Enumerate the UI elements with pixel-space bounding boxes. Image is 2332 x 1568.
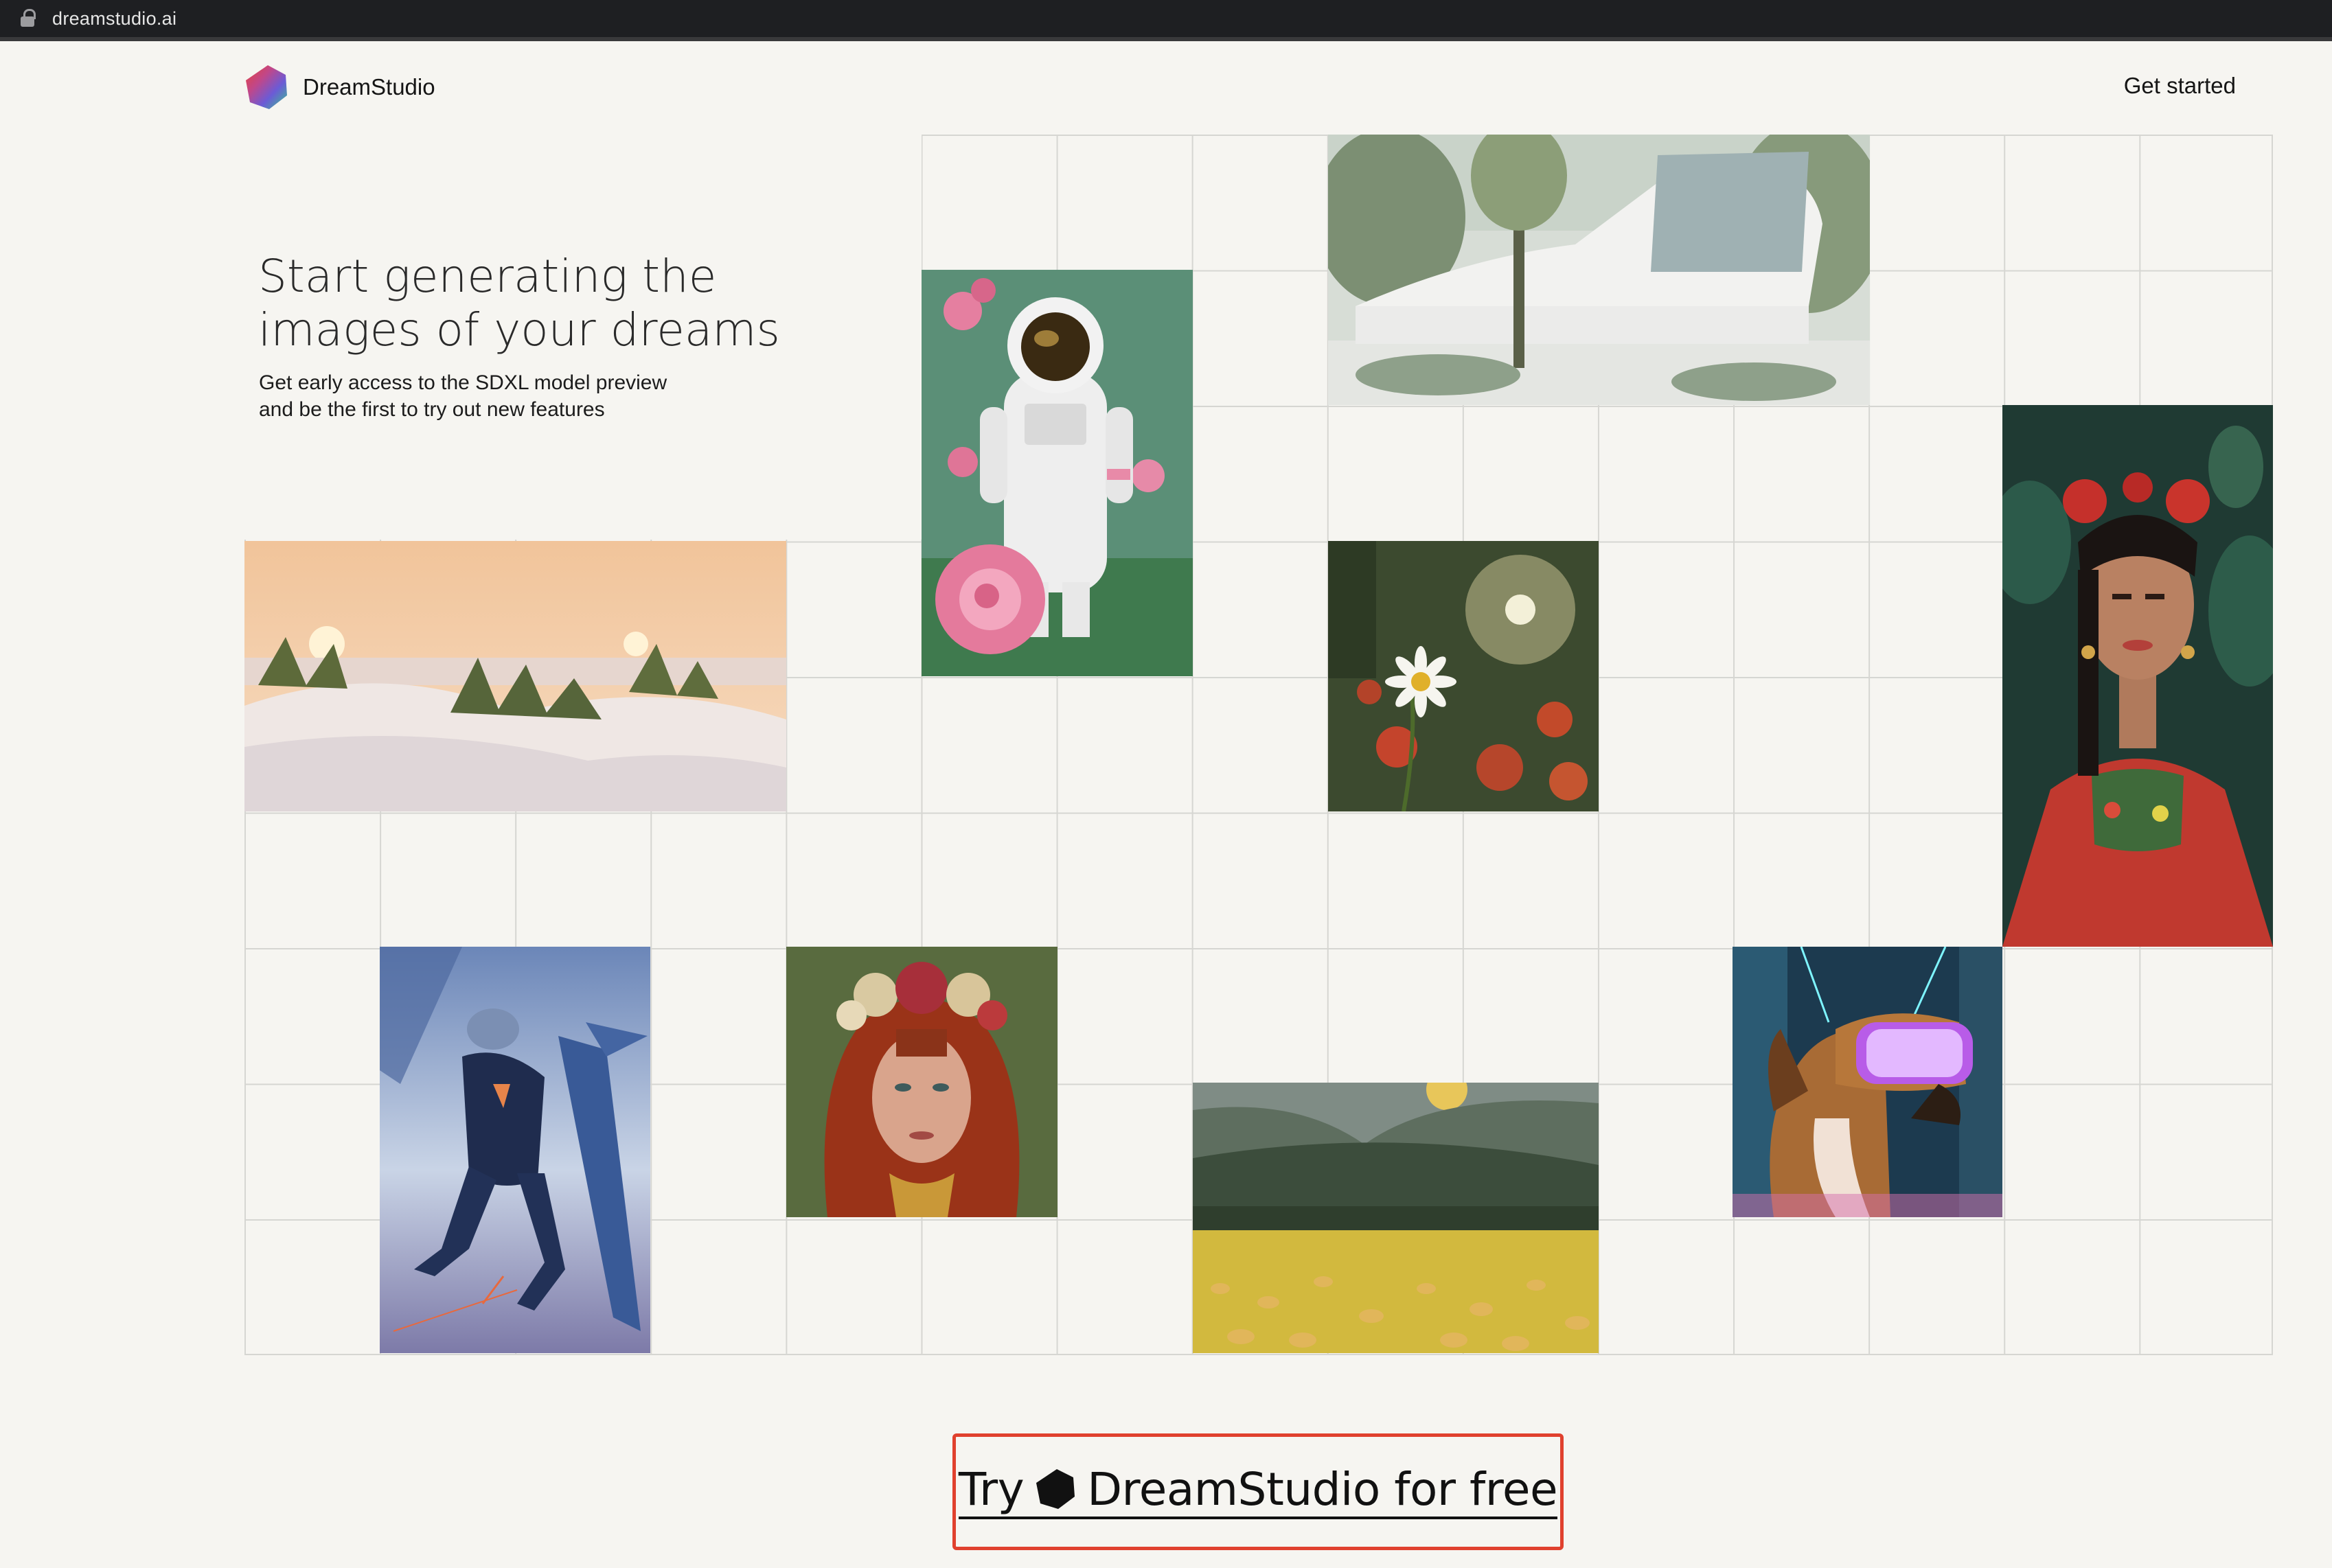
cta-label-try: Try: [958, 1462, 1025, 1516]
flower-field-valley-image[interactable]: [1193, 1083, 1599, 1353]
hero-subtitle-line-1: Get early access to the SDXL model previ…: [259, 371, 667, 394]
red-haired-woman-art: [786, 947, 1058, 1217]
hero-title-line-2: images of your dreams: [258, 303, 780, 356]
logo[interactable]: DreamStudio: [244, 64, 435, 111]
browser-bar: dreamstudio.ai: [0, 0, 2332, 41]
hero-subtitle-line-2: and be the first to try out new features: [259, 398, 605, 421]
daisy-flower-image[interactable]: [1328, 541, 1599, 811]
woman-portrait-art: [2002, 405, 2273, 947]
hero-text-block: Start generating the images of your drea…: [244, 135, 922, 540]
address-bar[interactable]: dreamstudio.ai: [21, 0, 176, 37]
get-started-link[interactable]: Get started: [2124, 73, 2236, 99]
lock-icon: [21, 9, 37, 28]
dog-vr-art: [1733, 947, 2002, 1217]
dreamstudio-logo-icon: [246, 65, 287, 109]
armored-flyer-art: [380, 947, 650, 1353]
modern-house-image[interactable]: [1328, 135, 1870, 405]
image-grid: Start generating the images of your drea…: [244, 135, 2273, 1355]
flower-field-art: [1193, 1083, 1599, 1353]
cta-label-main: DreamStudio for free: [1087, 1462, 1558, 1516]
red-haired-woman-image[interactable]: [786, 947, 1058, 1217]
sand-dunes-art: [244, 541, 786, 811]
try-dreamstudio-cta[interactable]: Try DreamStudio for free: [952, 1433, 1564, 1550]
woman-flower-crown-portrait-image[interactable]: [2002, 405, 2273, 947]
astronaut-roses-art: [922, 270, 1193, 676]
hero-title-line-1: Start generating the: [258, 250, 717, 303]
armored-flyer-image[interactable]: [380, 947, 650, 1353]
cta-link[interactable]: Try DreamStudio for free: [958, 1462, 1558, 1519]
hero-subtitle: Get early access to the SDXL model previ…: [259, 369, 808, 423]
modern-house-art: [1328, 135, 1870, 405]
hero-title: Start generating the images of your drea…: [258, 250, 876, 357]
sand-dunes-sunset-image[interactable]: [244, 541, 786, 811]
hexagon-logo-icon: [1036, 1469, 1075, 1509]
astronaut-roses-image[interactable]: [922, 270, 1193, 676]
brand-name: DreamStudio: [303, 74, 435, 100]
daisy-flower-art: [1328, 541, 1599, 811]
url-text[interactable]: dreamstudio.ai: [52, 8, 176, 30]
dog-vr-headset-image[interactable]: [1733, 947, 2002, 1217]
